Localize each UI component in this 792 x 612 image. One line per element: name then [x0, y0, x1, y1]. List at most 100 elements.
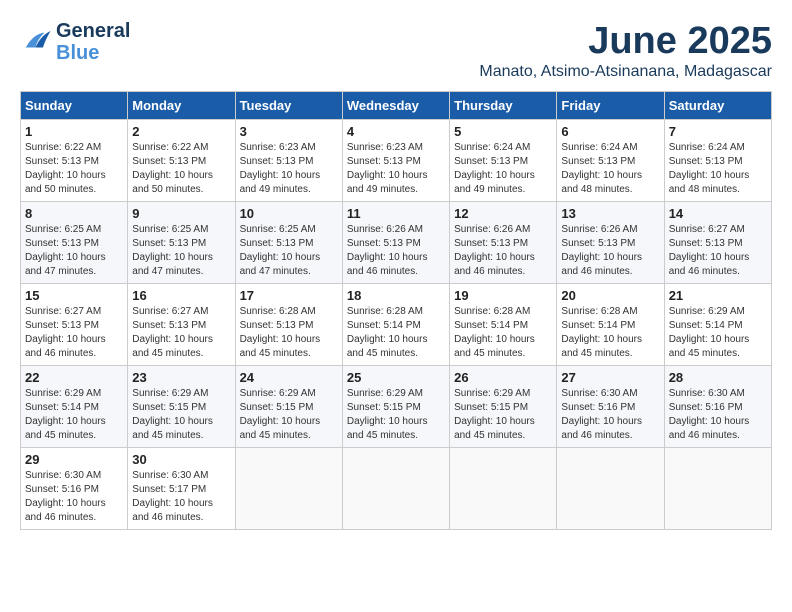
day-number: 27 [561, 370, 659, 385]
day-info: Sunrise: 6:30 AM Sunset: 5:16 PM Dayligh… [561, 387, 659, 443]
calendar-cell: 19 Sunrise: 6:28 AM Sunset: 5:14 PM Dayl… [450, 284, 557, 366]
day-info: Sunrise: 6:28 AM Sunset: 5:14 PM Dayligh… [454, 305, 552, 361]
calendar-cell: 9 Sunrise: 6:25 AM Sunset: 5:13 PM Dayli… [128, 202, 235, 284]
header-saturday: Saturday [664, 92, 771, 120]
day-info: Sunrise: 6:28 AM Sunset: 5:14 PM Dayligh… [347, 305, 445, 361]
title-area: June 2025 Manato, Atsimo-Atsinanana, Mad… [479, 20, 772, 81]
logo-blue-text: Blue [56, 42, 130, 64]
calendar-cell: 8 Sunrise: 6:25 AM Sunset: 5:13 PM Dayli… [21, 202, 128, 284]
day-info: Sunrise: 6:26 AM Sunset: 5:13 PM Dayligh… [561, 223, 659, 279]
day-info: Sunrise: 6:26 AM Sunset: 5:13 PM Dayligh… [454, 223, 552, 279]
week-row-1: 1 Sunrise: 6:22 AM Sunset: 5:13 PM Dayli… [21, 120, 772, 202]
day-number: 14 [669, 206, 767, 221]
calendar-cell: 13 Sunrise: 6:26 AM Sunset: 5:13 PM Dayl… [557, 202, 664, 284]
week-row-4: 22 Sunrise: 6:29 AM Sunset: 5:14 PM Dayl… [21, 366, 772, 448]
calendar-cell: 18 Sunrise: 6:28 AM Sunset: 5:14 PM Dayl… [342, 284, 449, 366]
day-info: Sunrise: 6:22 AM Sunset: 5:13 PM Dayligh… [132, 141, 230, 197]
calendar-cell: 6 Sunrise: 6:24 AM Sunset: 5:13 PM Dayli… [557, 120, 664, 202]
page-header: General Blue June 2025 Manato, Atsimo-At… [20, 20, 772, 81]
day-info: Sunrise: 6:29 AM Sunset: 5:15 PM Dayligh… [240, 387, 338, 443]
day-info: Sunrise: 6:27 AM Sunset: 5:13 PM Dayligh… [25, 305, 123, 361]
header-friday: Friday [557, 92, 664, 120]
calendar-cell: 22 Sunrise: 6:29 AM Sunset: 5:14 PM Dayl… [21, 366, 128, 448]
day-number: 9 [132, 206, 230, 221]
day-info: Sunrise: 6:29 AM Sunset: 5:15 PM Dayligh… [454, 387, 552, 443]
day-info: Sunrise: 6:23 AM Sunset: 5:13 PM Dayligh… [240, 141, 338, 197]
day-number: 11 [347, 206, 445, 221]
day-info: Sunrise: 6:24 AM Sunset: 5:13 PM Dayligh… [454, 141, 552, 197]
day-info: Sunrise: 6:25 AM Sunset: 5:13 PM Dayligh… [240, 223, 338, 279]
day-info: Sunrise: 6:27 AM Sunset: 5:13 PM Dayligh… [132, 305, 230, 361]
day-number: 30 [132, 452, 230, 467]
calendar-cell: 10 Sunrise: 6:25 AM Sunset: 5:13 PM Dayl… [235, 202, 342, 284]
month-title: June 2025 [479, 20, 772, 63]
day-number: 4 [347, 124, 445, 139]
logo-general-text: General [56, 20, 130, 42]
day-number: 15 [25, 288, 123, 303]
day-info: Sunrise: 6:29 AM Sunset: 5:14 PM Dayligh… [669, 305, 767, 361]
day-info: Sunrise: 6:30 AM Sunset: 5:16 PM Dayligh… [669, 387, 767, 443]
day-number: 16 [132, 288, 230, 303]
header-monday: Monday [128, 92, 235, 120]
day-info: Sunrise: 6:26 AM Sunset: 5:13 PM Dayligh… [347, 223, 445, 279]
day-info: Sunrise: 6:28 AM Sunset: 5:14 PM Dayligh… [561, 305, 659, 361]
day-number: 21 [669, 288, 767, 303]
day-info: Sunrise: 6:29 AM Sunset: 5:15 PM Dayligh… [132, 387, 230, 443]
header-thursday: Thursday [450, 92, 557, 120]
calendar-cell: 30 Sunrise: 6:30 AM Sunset: 5:17 PM Dayl… [128, 448, 235, 530]
calendar-cell [664, 448, 771, 530]
day-info: Sunrise: 6:24 AM Sunset: 5:13 PM Dayligh… [669, 141, 767, 197]
calendar-cell: 4 Sunrise: 6:23 AM Sunset: 5:13 PM Dayli… [342, 120, 449, 202]
calendar-cell: 17 Sunrise: 6:28 AM Sunset: 5:13 PM Dayl… [235, 284, 342, 366]
calendar-cell: 29 Sunrise: 6:30 AM Sunset: 5:16 PM Dayl… [21, 448, 128, 530]
week-row-3: 15 Sunrise: 6:27 AM Sunset: 5:13 PM Dayl… [21, 284, 772, 366]
week-row-2: 8 Sunrise: 6:25 AM Sunset: 5:13 PM Dayli… [21, 202, 772, 284]
header-tuesday: Tuesday [235, 92, 342, 120]
day-info: Sunrise: 6:30 AM Sunset: 5:16 PM Dayligh… [25, 469, 123, 525]
weekday-header-row: Sunday Monday Tuesday Wednesday Thursday… [21, 92, 772, 120]
location-title: Manato, Atsimo-Atsinanana, Madagascar [479, 63, 772, 81]
day-info: Sunrise: 6:25 AM Sunset: 5:13 PM Dayligh… [132, 223, 230, 279]
calendar-cell: 7 Sunrise: 6:24 AM Sunset: 5:13 PM Dayli… [664, 120, 771, 202]
header-sunday: Sunday [21, 92, 128, 120]
calendar-cell: 11 Sunrise: 6:26 AM Sunset: 5:13 PM Dayl… [342, 202, 449, 284]
calendar-cell: 15 Sunrise: 6:27 AM Sunset: 5:13 PM Dayl… [21, 284, 128, 366]
calendar-cell [342, 448, 449, 530]
day-number: 13 [561, 206, 659, 221]
calendar-cell: 20 Sunrise: 6:28 AM Sunset: 5:14 PM Dayl… [557, 284, 664, 366]
day-number: 23 [132, 370, 230, 385]
day-number: 28 [669, 370, 767, 385]
day-info: Sunrise: 6:22 AM Sunset: 5:13 PM Dayligh… [25, 141, 123, 197]
day-info: Sunrise: 6:27 AM Sunset: 5:13 PM Dayligh… [669, 223, 767, 279]
logo-icon [22, 26, 52, 54]
day-info: Sunrise: 6:24 AM Sunset: 5:13 PM Dayligh… [561, 141, 659, 197]
calendar-cell: 25 Sunrise: 6:29 AM Sunset: 5:15 PM Dayl… [342, 366, 449, 448]
day-number: 19 [454, 288, 552, 303]
day-number: 26 [454, 370, 552, 385]
day-info: Sunrise: 6:29 AM Sunset: 5:15 PM Dayligh… [347, 387, 445, 443]
day-number: 22 [25, 370, 123, 385]
calendar-cell: 2 Sunrise: 6:22 AM Sunset: 5:13 PM Dayli… [128, 120, 235, 202]
calendar-cell: 28 Sunrise: 6:30 AM Sunset: 5:16 PM Dayl… [664, 366, 771, 448]
day-info: Sunrise: 6:30 AM Sunset: 5:17 PM Dayligh… [132, 469, 230, 525]
day-number: 7 [669, 124, 767, 139]
calendar-cell [450, 448, 557, 530]
day-number: 24 [240, 370, 338, 385]
day-number: 8 [25, 206, 123, 221]
calendar-cell: 26 Sunrise: 6:29 AM Sunset: 5:15 PM Dayl… [450, 366, 557, 448]
calendar-cell [235, 448, 342, 530]
day-number: 3 [240, 124, 338, 139]
calendar-cell: 23 Sunrise: 6:29 AM Sunset: 5:15 PM Dayl… [128, 366, 235, 448]
day-number: 5 [454, 124, 552, 139]
day-number: 17 [240, 288, 338, 303]
calendar-cell: 1 Sunrise: 6:22 AM Sunset: 5:13 PM Dayli… [21, 120, 128, 202]
logo: General Blue [20, 20, 130, 64]
day-info: Sunrise: 6:23 AM Sunset: 5:13 PM Dayligh… [347, 141, 445, 197]
day-number: 1 [25, 124, 123, 139]
day-number: 12 [454, 206, 552, 221]
calendar-cell: 12 Sunrise: 6:26 AM Sunset: 5:13 PM Dayl… [450, 202, 557, 284]
calendar-cell [557, 448, 664, 530]
calendar-cell: 24 Sunrise: 6:29 AM Sunset: 5:15 PM Dayl… [235, 366, 342, 448]
day-number: 20 [561, 288, 659, 303]
day-info: Sunrise: 6:28 AM Sunset: 5:13 PM Dayligh… [240, 305, 338, 361]
